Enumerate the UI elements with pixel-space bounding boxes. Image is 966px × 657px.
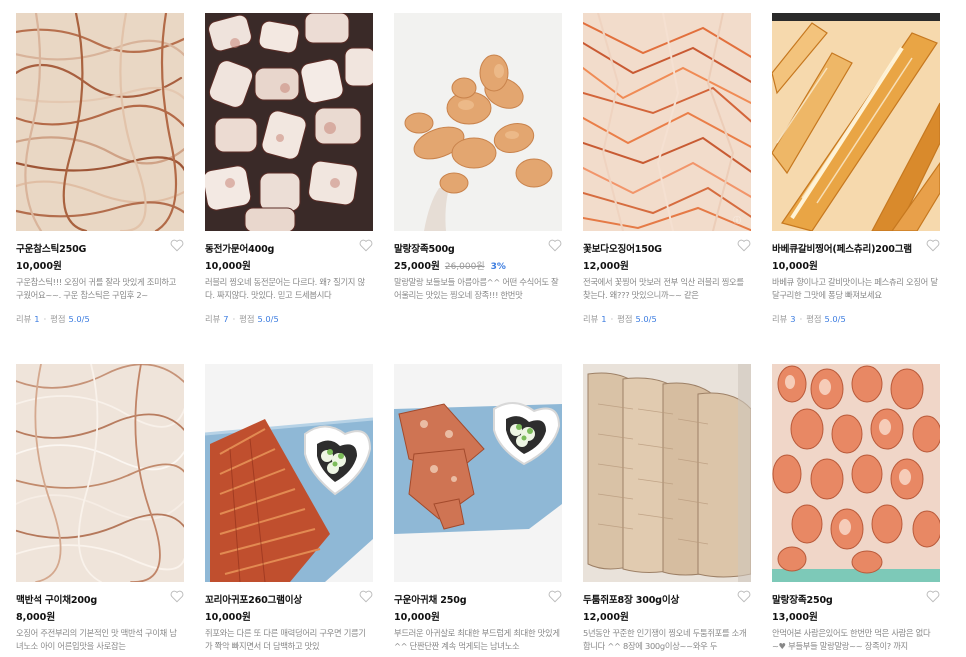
review-count: 7 (223, 314, 229, 324)
review-meta: 리뷰 1 · 평점 5.0/5 (16, 314, 90, 324)
heart-icon[interactable] (359, 590, 373, 603)
heart-icon[interactable] (170, 239, 184, 252)
product-name[interactable]: 꽃보다오징어150G (583, 241, 733, 255)
product-name[interactable]: 바베큐갈비찡어(페스츄리)200그램 (772, 241, 922, 255)
review-count: 1 (601, 314, 607, 324)
product-price: 12,000원 (583, 261, 629, 272)
product-description: 쥐포와는 다른 또 다른 매력덩어리 구우면 기름기가 쫙악 빠지면서 더 담백… (205, 628, 366, 651)
product-image[interactable] (205, 364, 373, 582)
product-image[interactable] (205, 13, 373, 231)
heart-icon[interactable] (737, 590, 751, 603)
product-name[interactable]: 구운참스틱250G (16, 241, 166, 255)
price-row: 10,000원 (205, 258, 251, 272)
product-price: 12,000원 (583, 612, 629, 623)
price-row: 13,000원 (772, 609, 818, 623)
heart-icon[interactable] (548, 239, 562, 252)
product-image[interactable] (583, 364, 751, 582)
price-row: 25,000원 26,000원 3% (394, 258, 506, 272)
heart-icon[interactable] (926, 590, 940, 603)
product-description: 구운참스틱!!! 오징어 귀를 잘라 맛있게 조미하고 구웠어요~~. 구운 참… (16, 277, 177, 300)
rating-value: 5.0/5 (68, 314, 90, 324)
product-description: 러블리 찡오네 동전문어는 다르다. 왜? 질기지 않다. 짜지않다. 맛있다.… (205, 277, 365, 300)
review-label: 리뷰 (205, 314, 221, 324)
rating-label: 평점 (239, 314, 255, 324)
product-description: 오징어 주전부리의 기본적인 맛 맥반석 구이채 남녀노소 아이 어른입맛을 사… (16, 628, 177, 651)
product-description: 전국에서 꽃찡어 맛보러 전부 익산 러블리 찡오를 찾는다. 왜??? 맛있으… (583, 277, 744, 300)
review-meta: 리뷰 3 · 평점 5.0/5 (772, 314, 846, 324)
rating-label: 평점 (50, 314, 66, 324)
product-name[interactable]: 동전가문어400g (205, 241, 355, 255)
product-name[interactable]: 맥반석 구이채200g (16, 592, 166, 606)
price-row: 12,000원 (583, 609, 629, 623)
review-label: 리뷰 (583, 314, 599, 324)
price-row: 10,000원 (394, 609, 440, 623)
product-image[interactable] (772, 13, 940, 231)
product-description: 5년동안 꾸준한 인기쟁이 찡오네 두툼쥐포를 소개합니다 ^^ 8장에 300… (583, 628, 747, 651)
product-price: 10,000원 (772, 261, 818, 272)
price-row: 12,000원 (583, 258, 629, 272)
original-price: 26,000원 (444, 262, 485, 272)
product-image[interactable] (394, 364, 562, 582)
heart-icon[interactable] (926, 239, 940, 252)
review-label: 리뷰 (772, 314, 788, 324)
product-image[interactable] (772, 364, 940, 582)
product-description: 말랑말랑 보들보들 아름아름^^ 어떤 수식어도 잘어울리는 맛있는 찡오네 장… (394, 277, 559, 300)
product-image[interactable] (16, 364, 184, 582)
rating-value: 5.0/5 (257, 314, 279, 324)
product-name[interactable]: 두툼쥐포8장 300g이상 (583, 592, 733, 606)
product-image[interactable] (394, 13, 562, 231)
rating-label: 평점 (617, 314, 633, 324)
product-price: 13,000원 (772, 612, 818, 623)
review-count: 3 (790, 314, 796, 324)
price-row: 10,000원 (205, 609, 251, 623)
product-price: 10,000원 (205, 612, 251, 623)
rating-value: 5.0/5 (635, 314, 657, 324)
product-name[interactable]: 구운아귀채 250g (394, 592, 544, 606)
review-label: 리뷰 (16, 314, 32, 324)
price-row: 10,000원 (772, 258, 818, 272)
heart-icon[interactable] (548, 590, 562, 603)
product-price: 10,000원 (205, 261, 251, 272)
product-name[interactable]: 말랑장족500g (394, 241, 544, 255)
product-price: 8,000원 (16, 612, 56, 623)
review-count: 1 (34, 314, 40, 324)
heart-icon[interactable] (737, 239, 751, 252)
price-row: 8,000원 (16, 609, 55, 623)
product-price: 10,000원 (16, 261, 62, 272)
review-meta: 리뷰 1 · 평점 5.0/5 (583, 314, 657, 324)
svg-text:ⓘ: ⓘ (733, 216, 741, 225)
heart-icon[interactable] (359, 239, 373, 252)
price-row: 10,000원 (16, 258, 62, 272)
product-image[interactable] (16, 13, 184, 231)
discount-rate: 3% (490, 262, 506, 272)
rating-value: 5.0/5 (824, 314, 846, 324)
product-price: 10,000원 (394, 612, 440, 623)
product-image[interactable]: ⓘ (583, 13, 751, 231)
review-meta: 리뷰 7 · 평점 5.0/5 (205, 314, 279, 324)
product-name[interactable]: 말랑장족250g (772, 592, 922, 606)
product-description: 안먹어본 사람은있어도 한번만 먹은 사람은 없다~♥ 부들부들 말랑말랑~~ … (772, 628, 931, 651)
rating-label: 평점 (806, 314, 822, 324)
product-price: 25,000원 (394, 261, 440, 272)
product-description: 부드러운 아귀살로 최대한 부드럽게 최대한 맛있게^^ 단짠단짠 계속 먹게되… (394, 628, 560, 651)
heart-icon[interactable] (170, 590, 184, 603)
product-description: 바베큐 향이나고 갈비맛이나는 페스츄리 오징어 달달구리한 그맛에 퐁당 빠져… (772, 277, 938, 300)
product-name[interactable]: 꼬리아귀포260그램이상 (205, 592, 355, 606)
